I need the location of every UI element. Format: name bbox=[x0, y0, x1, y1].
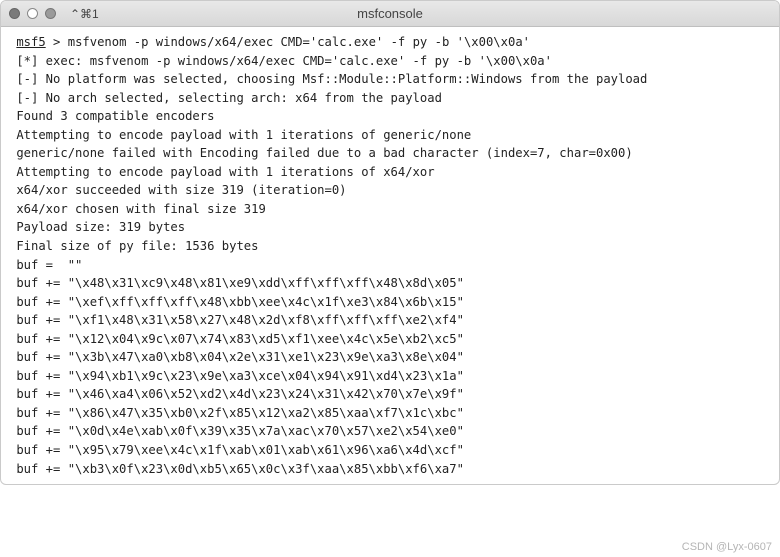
prompt-gt: > bbox=[46, 35, 61, 49]
output-line: buf += "\xef\xff\xff\xff\x48\xbb\xee\x4c… bbox=[9, 293, 771, 312]
output-line: buf += "\x3b\x47\xa0\xb8\x04\x2e\x31\xe1… bbox=[9, 348, 771, 367]
minimize-icon[interactable] bbox=[27, 8, 38, 19]
titlebar: ⌃⌘1 msfconsole bbox=[1, 1, 779, 27]
terminal-output[interactable]: msf5 > msfvenom -p windows/x64/exec CMD=… bbox=[1, 27, 779, 484]
output-line: buf += "\x95\x79\xee\x4c\x1f\xab\x01\xab… bbox=[9, 441, 771, 460]
output-line: x64/xor succeeded with size 319 (iterati… bbox=[9, 181, 771, 200]
prompt-line: msf5 > msfvenom -p windows/x64/exec CMD=… bbox=[9, 33, 771, 52]
output-line: buf = "" bbox=[9, 256, 771, 275]
prompt-label: msf5 bbox=[16, 35, 45, 49]
close-icon[interactable] bbox=[9, 8, 20, 19]
output-line: buf += "\x94\xb1\x9c\x23\x9e\xa3\xce\x04… bbox=[9, 367, 771, 386]
output-line: buf += "\x86\x47\x35\xb0\x2f\x85\x12\xa2… bbox=[9, 404, 771, 423]
maximize-icon[interactable] bbox=[45, 8, 56, 19]
window-title: msfconsole bbox=[1, 6, 779, 21]
watermark: CSDN @Lyx-0607 bbox=[682, 541, 772, 553]
output-line: buf += "\x46\xa4\x06\x52\xd2\x4d\x23\x24… bbox=[9, 385, 771, 404]
output-line: buf += "\xb3\x0f\x23\x0d\xb5\x65\x0c\x3f… bbox=[9, 460, 771, 479]
terminal-window: ⌃⌘1 msfconsole msf5 > msfvenom -p window… bbox=[0, 0, 780, 485]
shortcut-label: ⌃⌘1 bbox=[70, 7, 99, 21]
command-input: msfvenom -p windows/x64/exec CMD='calc.e… bbox=[60, 35, 530, 49]
output-line: [*] exec: msfvenom -p windows/x64/exec C… bbox=[9, 52, 771, 71]
output-line: Payload size: 319 bytes bbox=[9, 218, 771, 237]
output-line: buf += "\x12\x04\x9c\x07\x74\x83\xd5\xf1… bbox=[9, 330, 771, 349]
output-line: Attempting to encode payload with 1 iter… bbox=[9, 163, 771, 182]
output-line: generic/none failed with Encoding failed… bbox=[9, 144, 771, 163]
output-line: Final size of py file: 1536 bytes bbox=[9, 237, 771, 256]
output-line: [-] No arch selected, selecting arch: x6… bbox=[9, 89, 771, 108]
output-line: Found 3 compatible encoders bbox=[9, 107, 771, 126]
output-line: x64/xor chosen with final size 319 bbox=[9, 200, 771, 219]
output-line: buf += "\xf1\x48\x31\x58\x27\x48\x2d\xf8… bbox=[9, 311, 771, 330]
output-line: [-] No platform was selected, choosing M… bbox=[9, 70, 771, 89]
output-line: buf += "\x0d\x4e\xab\x0f\x39\x35\x7a\xac… bbox=[9, 422, 771, 441]
output-line: Attempting to encode payload with 1 iter… bbox=[9, 126, 771, 145]
output-line: buf += "\x48\x31\xc9\x48\x81\xe9\xdd\xff… bbox=[9, 274, 771, 293]
traffic-lights bbox=[9, 8, 56, 19]
